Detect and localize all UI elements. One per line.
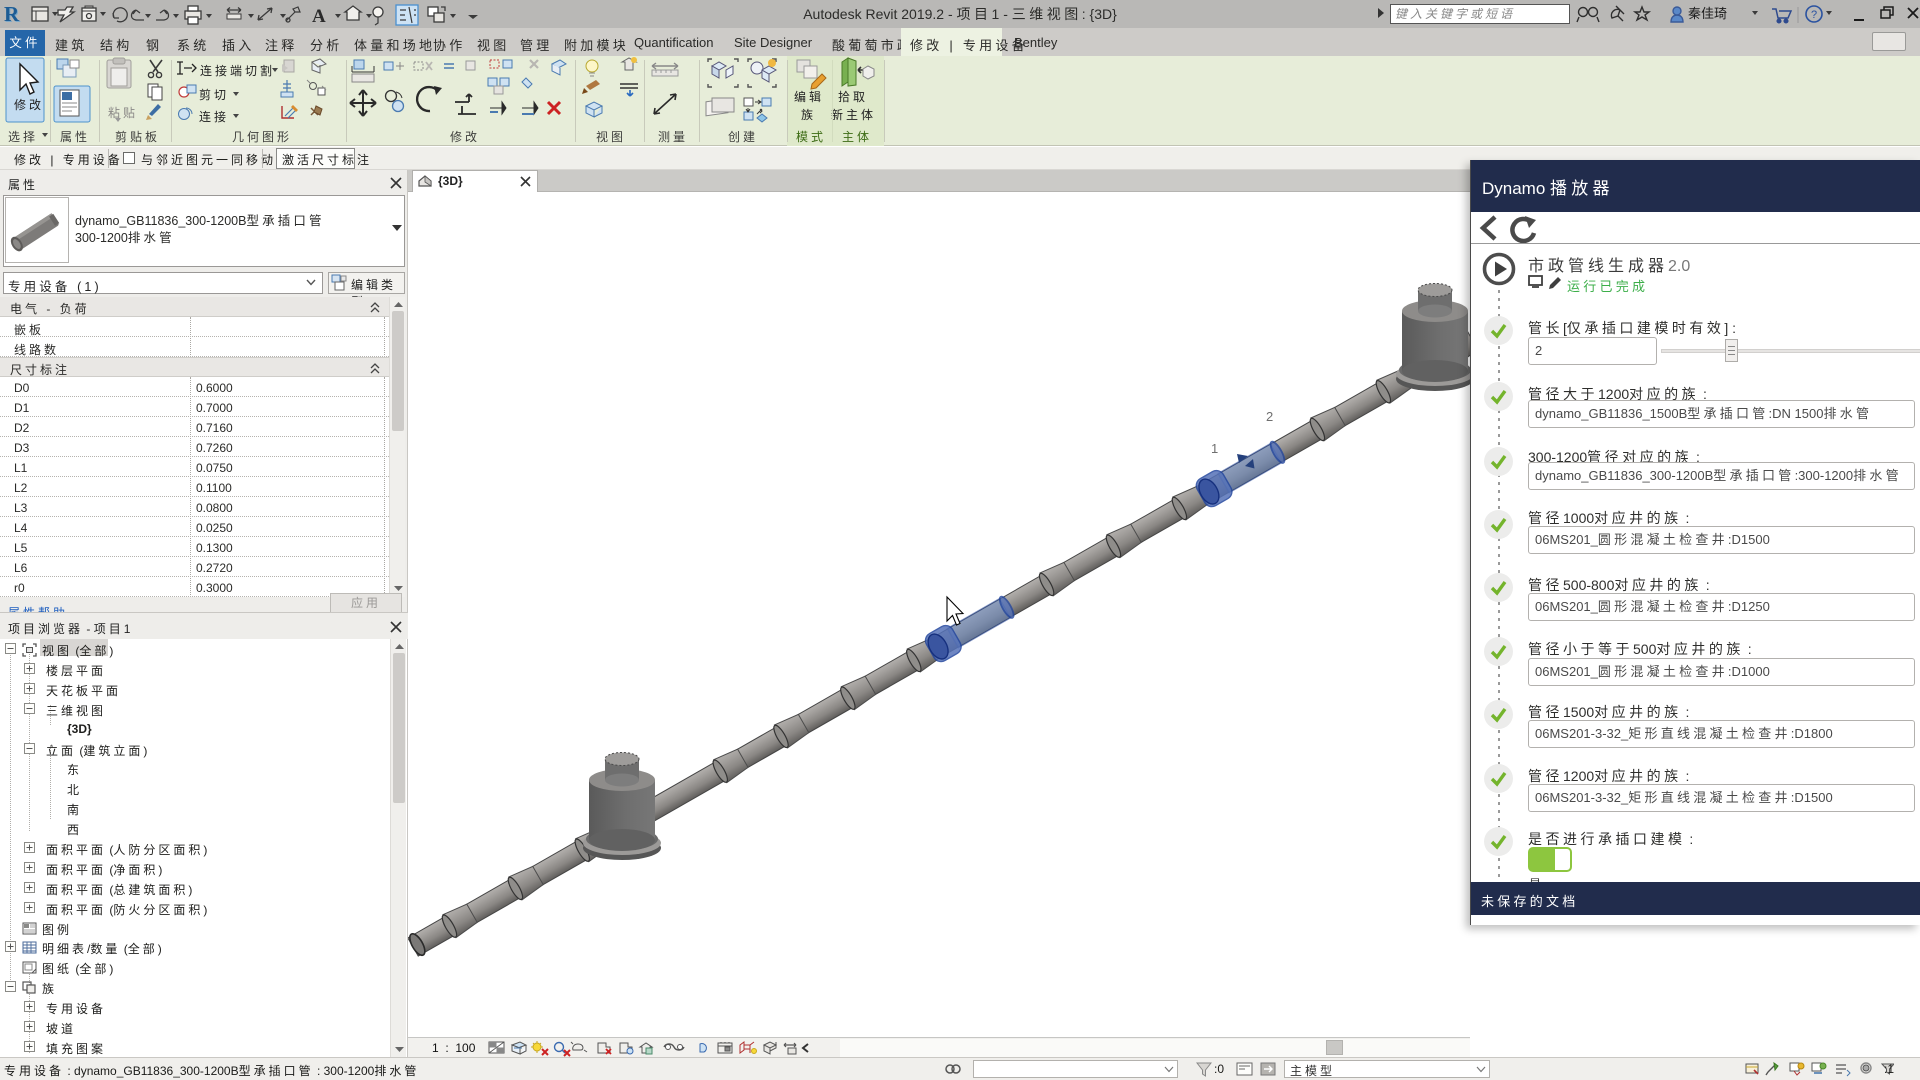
svg-text:2: 2 bbox=[1266, 409, 1273, 424]
svg-text:秦佳琦: 秦佳琦 bbox=[1688, 6, 1727, 21]
svg-text:1: 1 bbox=[1211, 441, 1218, 456]
svg-text:?: ? bbox=[1811, 9, 1817, 21]
